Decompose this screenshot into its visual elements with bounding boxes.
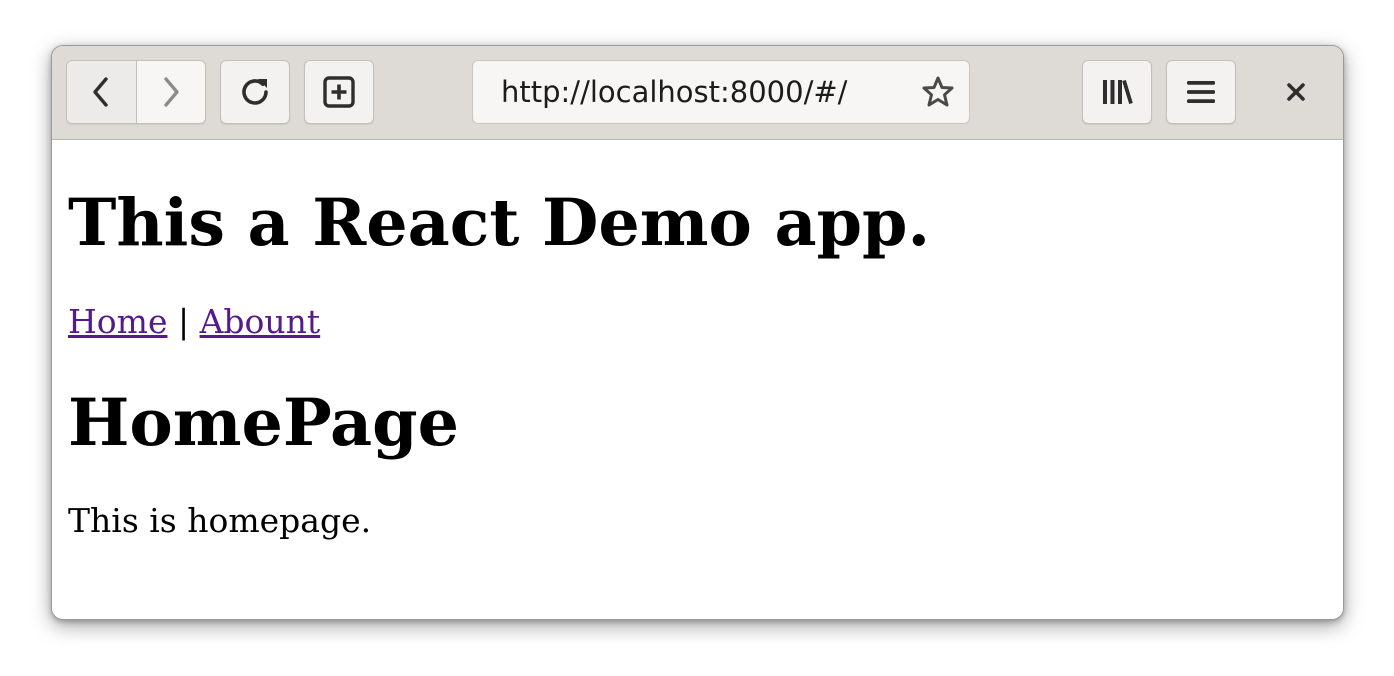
address-bar[interactable]: http://localhost:8000/#/: [472, 60, 970, 124]
url-text[interactable]: http://localhost:8000/#/: [501, 61, 847, 123]
about-link[interactable]: Abount: [200, 302, 321, 341]
hamburger-menu-icon: [1187, 81, 1215, 103]
page-content: This a React Demo app. Home | Abount Hom…: [52, 140, 1343, 619]
browser-toolbar: http://localhost:8000/#/: [52, 46, 1343, 140]
browser-window: http://localhost:8000/#/ This a React De…: [51, 45, 1344, 620]
close-window-button[interactable]: [1274, 70, 1318, 114]
chevron-right-icon: [164, 77, 179, 107]
library-icon: [1103, 79, 1133, 105]
nav-separator: |: [177, 302, 190, 341]
history-nav-group: [66, 60, 206, 124]
home-link[interactable]: Home: [68, 302, 167, 341]
reload-button[interactable]: [220, 60, 290, 124]
page-heading: HomePage: [68, 385, 459, 461]
close-icon: [1287, 83, 1305, 101]
back-button[interactable]: [67, 61, 137, 123]
new-tab-button[interactable]: [304, 60, 374, 124]
forward-button[interactable]: [136, 61, 205, 123]
chevron-left-icon: [93, 77, 108, 107]
page-text: This is homepage.: [68, 501, 372, 540]
page-nav: Home | Abount: [68, 302, 320, 342]
plus-square-icon: [323, 76, 355, 108]
star-icon[interactable]: [921, 75, 955, 109]
menu-button[interactable]: [1166, 60, 1236, 124]
library-button[interactable]: [1082, 60, 1152, 124]
app-title: This a React Demo app.: [68, 185, 931, 261]
reload-icon: [242, 79, 268, 105]
